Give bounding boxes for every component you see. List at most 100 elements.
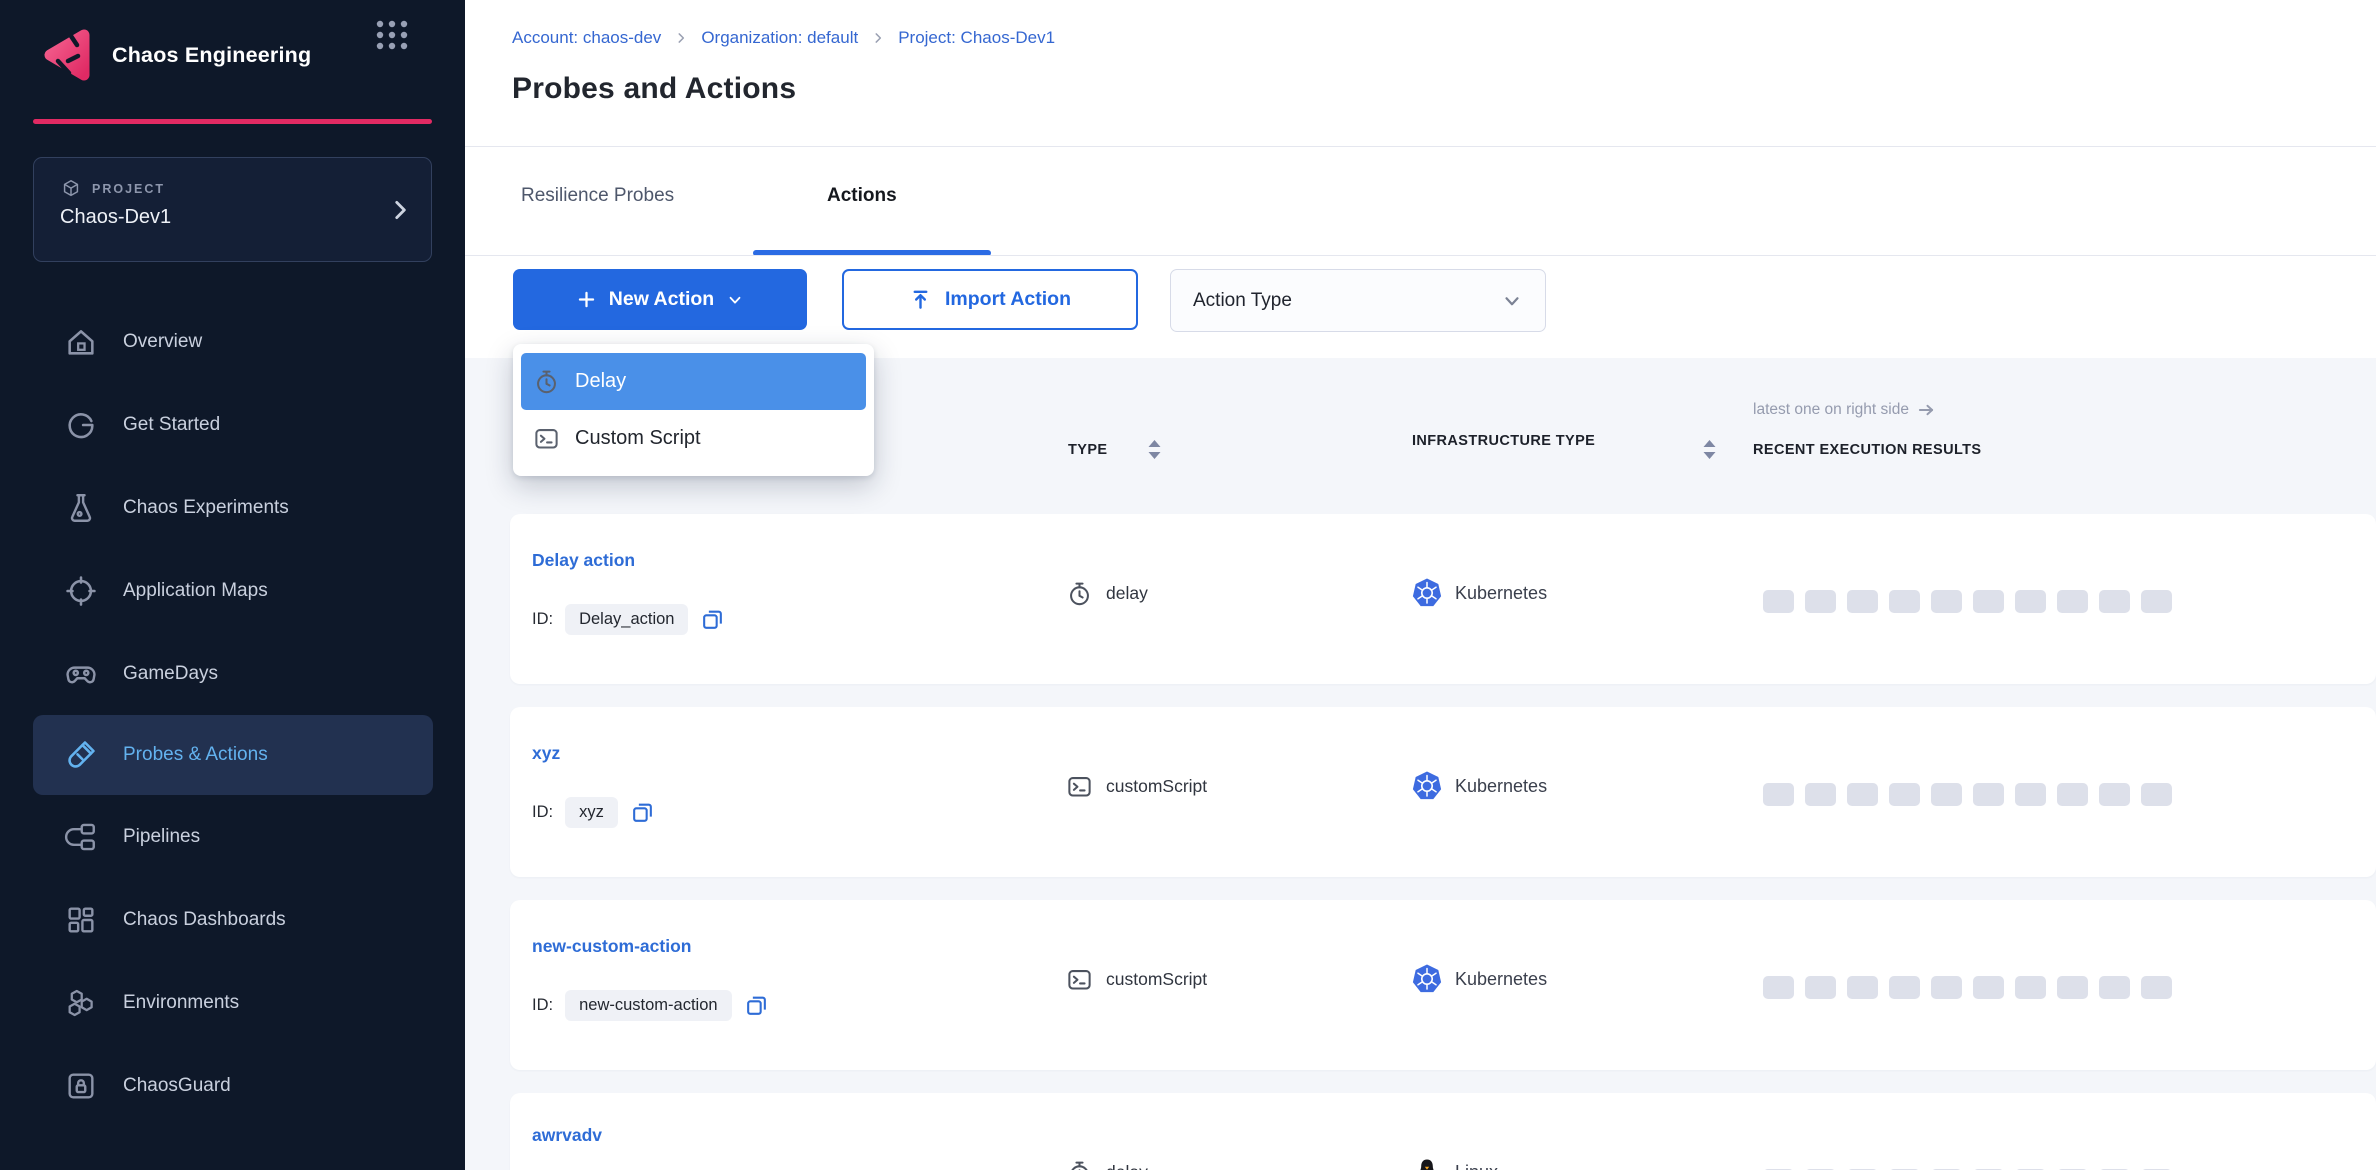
app-screen: Chaos Engineering PROJECT Chaos-Dev1 Ove… — [0, 0, 2376, 1170]
cube-icon — [60, 178, 82, 200]
results-note: latest one on right side — [1753, 401, 1935, 419]
copy-icon[interactable] — [744, 993, 769, 1018]
action-id-line: ID: new-custom-action — [532, 990, 769, 1021]
execution-result-placeholder — [1847, 976, 1878, 999]
dashboards-icon — [64, 903, 98, 937]
sidebar-item-gamedays[interactable]: GameDays — [33, 632, 433, 715]
infrastructure-cell: Kubernetes — [1412, 771, 1547, 801]
tab-actions[interactable]: Actions — [827, 185, 897, 207]
chevron-right-icon — [674, 31, 688, 45]
import-action-button[interactable]: Import Action — [842, 269, 1138, 330]
execution-result-placeholder — [1763, 590, 1794, 613]
sidebar-item-chaos-dashboards[interactable]: Chaos Dashboards — [33, 878, 433, 961]
execution-result-placeholder — [1973, 976, 2004, 999]
chevron-down-icon — [726, 291, 744, 309]
gamepad-icon — [64, 657, 98, 691]
harness-chaos-logo-icon — [38, 26, 96, 84]
menu-item-custom-script[interactable]: Custom Script — [521, 410, 866, 467]
execution-result-placeholder — [1973, 783, 2004, 806]
header-divider — [465, 146, 2376, 147]
breadcrumb-project-link[interactable]: Project: Chaos-Dev1 — [898, 28, 1055, 48]
action-name-link[interactable]: new-custom-action — [532, 936, 691, 957]
type-cell: customScript — [1066, 773, 1207, 800]
sidebar-item-pipelines[interactable]: Pipelines — [33, 795, 433, 878]
stopwatch-icon — [533, 368, 560, 395]
infrastructure-value: Kubernetes — [1455, 583, 1547, 604]
copy-icon[interactable] — [630, 800, 655, 825]
infrastructure-cell: Kubernetes — [1412, 578, 1547, 608]
infrastructure-value: Linux — [1455, 1162, 1498, 1170]
sidebar-item-label: Application Maps — [123, 580, 268, 602]
execution-result-placeholder — [2099, 783, 2130, 806]
execution-result-placeholder — [1805, 590, 1836, 613]
results-note-text: latest one on right side — [1753, 401, 1909, 419]
actions-table: TYPE INFRASTRUCTURE TYPE latest one on r… — [465, 358, 2376, 1170]
project-selector[interactable]: PROJECT Chaos-Dev1 — [33, 157, 432, 262]
execution-result-placeholder — [1763, 976, 1794, 999]
infrastructure-cell: Kubernetes — [1412, 964, 1547, 994]
terminal-icon — [533, 425, 560, 452]
tab-resilience-probes[interactable]: Resilience Probes — [521, 185, 674, 207]
chevron-down-icon — [1501, 290, 1523, 312]
tab-bar-divider — [465, 255, 2376, 256]
action-type-select[interactable]: Action Type — [1170, 269, 1546, 332]
sort-type-icon[interactable] — [1147, 438, 1162, 461]
sidebar-item-label: Get Started — [123, 414, 220, 436]
plus-icon — [576, 289, 597, 310]
target-icon — [64, 574, 98, 608]
pipelines-icon — [64, 820, 98, 854]
arrow-right-icon — [1917, 403, 1935, 417]
action-id-value: Delay_action — [565, 604, 688, 635]
import-action-label: Import Action — [945, 288, 1071, 311]
sort-infrastructure-icon[interactable] — [1702, 438, 1717, 461]
upload-icon — [909, 288, 932, 311]
menu-item-label: Delay — [575, 370, 626, 393]
sidebar-item-overview[interactable]: Overview — [33, 300, 433, 383]
action-name-link[interactable]: Delay action — [532, 550, 635, 571]
infrastructure-value: Kubernetes — [1455, 776, 1547, 797]
sidebar-item-label: Chaos Experiments — [123, 497, 289, 519]
id-label: ID: — [532, 610, 553, 629]
new-action-button[interactable]: New Action — [513, 269, 807, 330]
sidebar-item-application-maps[interactable]: Application Maps — [33, 549, 433, 632]
execution-result-placeholder — [2141, 976, 2172, 999]
execution-result-placeholder — [1763, 783, 1794, 806]
sidebar-nav: Overview Get Started Chaos Experiments A… — [33, 300, 433, 1127]
execution-result-placeholder — [1847, 783, 1878, 806]
sidebar-item-chaos-experiments[interactable]: Chaos Experiments — [33, 466, 433, 549]
breadcrumb-organization-link[interactable]: Organization: default — [701, 28, 858, 48]
sidebar-item-environments[interactable]: Environments — [33, 961, 433, 1044]
execution-result-placeholder — [2057, 976, 2088, 999]
type-value: customScript — [1106, 969, 1207, 990]
action-id-line: ID: Delay_action — [532, 604, 725, 635]
new-action-menu: Delay Custom Script — [513, 344, 874, 476]
execution-result-placeholder — [2057, 783, 2088, 806]
action-name-link[interactable]: awrvadv — [532, 1125, 602, 1146]
sidebar-item-get-started[interactable]: Get Started — [33, 383, 433, 466]
recent-execution-results — [1763, 976, 2172, 999]
home-icon — [64, 325, 98, 359]
execution-result-placeholder — [2057, 590, 2088, 613]
sidebar-item-chaosguard[interactable]: ChaosGuard — [33, 1044, 433, 1127]
sidebar-item-probes-actions[interactable]: Probes & Actions — [33, 715, 433, 795]
menu-item-delay[interactable]: Delay — [521, 353, 866, 410]
main-content: Account: chaos-dev Organization: default… — [465, 0, 2376, 1170]
sidebar-item-label: Overview — [123, 331, 202, 353]
module-grid-icon[interactable] — [372, 14, 412, 54]
breadcrumb-account-link[interactable]: Account: chaos-dev — [512, 28, 661, 48]
action-name-link[interactable]: xyz — [532, 743, 560, 764]
terminal-icon — [1066, 966, 1093, 993]
column-header-infrastructure-type: INFRASTRUCTURE TYPE — [1412, 428, 1627, 456]
sidebar: Chaos Engineering PROJECT Chaos-Dev1 Ove… — [0, 0, 465, 1170]
execution-result-placeholder — [1805, 783, 1836, 806]
test-tube-icon — [64, 738, 98, 772]
sidebar-item-label: Chaos Dashboards — [123, 909, 286, 931]
kubernetes-icon — [1412, 964, 1442, 994]
execution-result-placeholder — [1931, 976, 1962, 999]
copy-icon[interactable] — [700, 607, 725, 632]
app-title: Chaos Engineering — [112, 43, 311, 68]
execution-result-placeholder — [1847, 590, 1878, 613]
column-header-recent-execution-results: RECENT EXECUTION RESULTS — [1753, 442, 1981, 458]
new-action-label: New Action — [609, 288, 714, 311]
chevron-right-icon — [871, 31, 885, 45]
